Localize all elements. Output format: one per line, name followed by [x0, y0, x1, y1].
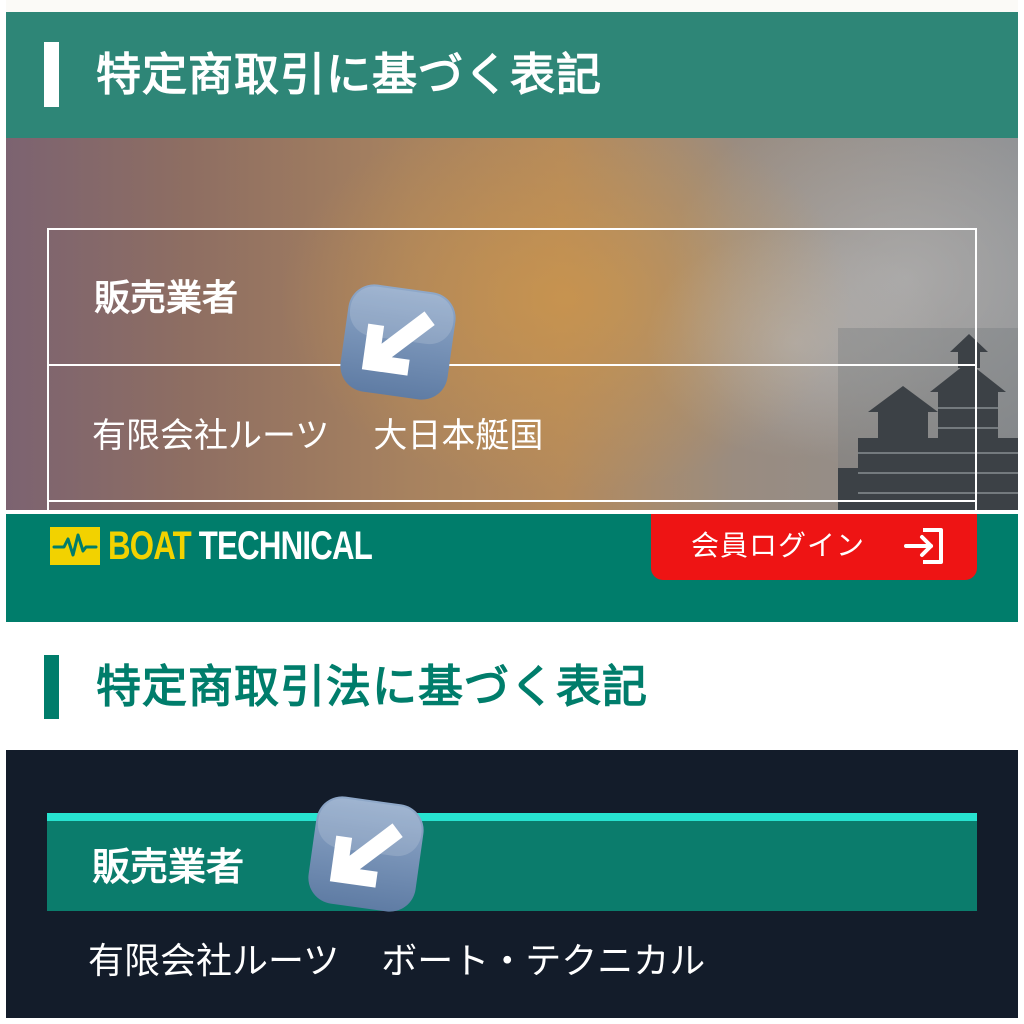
title-accent-bar: [44, 655, 59, 719]
page-title: 特定商取引法に基づく表記: [96, 660, 649, 713]
top-table-header-row: 販売業者: [49, 230, 975, 366]
seller-label: 販売業者: [92, 845, 245, 889]
site-header: BOAT TECHNICAL 会員ログイン: [6, 514, 1018, 622]
top-page-title: 特定商取引に基づく表記: [96, 48, 603, 101]
down-left-arrow-emoji-icon: [308, 796, 424, 912]
top-table-value-row: 有限会社ルーツ 大日本艇国: [49, 366, 975, 502]
seller-row-header: 販売業者: [47, 813, 977, 911]
seller-brand: ボート・テクニカル: [381, 941, 706, 982]
top-seller-table: 販売業者 有限会社ルーツ 大日本艇国: [47, 228, 977, 510]
down-left-arrow-emoji-icon: [340, 284, 456, 400]
seller-company: 有限会社ルーツ: [88, 941, 340, 982]
logo-word-technical: TECHNICAL: [198, 524, 373, 568]
seller-info-section: 販売業者 有限会社ルーツ ボート・テクニカル: [6, 750, 1018, 1018]
top-seller-brand: 大日本艇国: [373, 416, 544, 456]
top-screenshot-panel: 特定商取引に基づく表記 販売業者 有限会社ルーツ 大日本艇国: [6, 0, 1018, 510]
heartbeat-logo-icon: [50, 527, 100, 565]
member-login-button[interactable]: 会員ログイン: [651, 514, 977, 580]
logo-word-boat: BOAT: [108, 524, 192, 568]
seller-value: 有限会社ルーツ ボート・テクニカル: [88, 938, 705, 986]
title-accent-bar: [44, 42, 59, 107]
top-seller-value: 有限会社ルーツ 大日本艇国: [92, 414, 543, 458]
member-login-label: 会員ログイン: [691, 529, 866, 562]
top-strip: [6, 0, 1018, 12]
top-seller-company: 有限会社ルーツ: [92, 416, 330, 456]
boat-technical-logo[interactable]: BOAT TECHNICAL: [50, 526, 446, 566]
page-title-area: 特定商取引法に基づく表記: [6, 622, 1018, 750]
top-seller-label: 販売業者: [94, 278, 239, 319]
top-page-header: 特定商取引に基づく表記: [6, 12, 1018, 138]
logo-wordmark: BOAT TECHNICAL: [108, 524, 373, 568]
login-arrow-icon: [904, 528, 943, 564]
